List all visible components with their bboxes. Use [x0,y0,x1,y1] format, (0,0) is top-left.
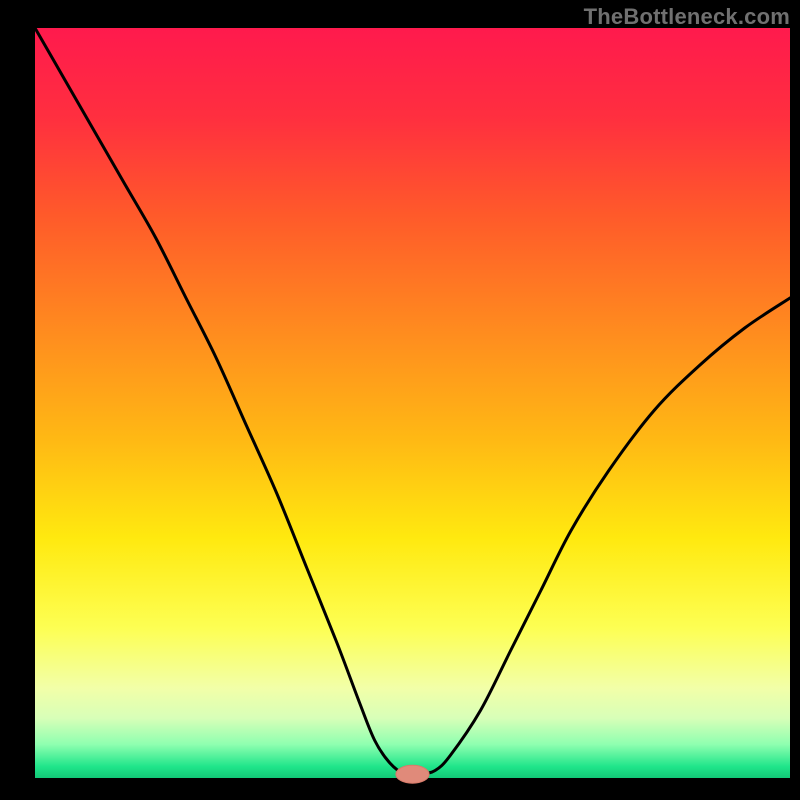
optimal-marker [396,765,429,783]
plot-background [35,28,790,778]
watermark-text: TheBottleneck.com [584,4,790,30]
chart-frame: TheBottleneck.com [0,0,800,800]
bottleneck-chart [0,0,800,800]
